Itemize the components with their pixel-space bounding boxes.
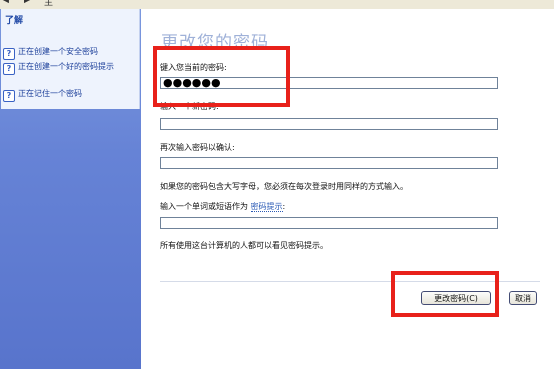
hint-label-prefix: 输入一个单词或短语作为 xyxy=(160,202,248,211)
sidebar-item-remember-password[interactable]: ? 正在记住一个密码 xyxy=(3,89,137,102)
highlight-box-change-button xyxy=(391,271,499,317)
help-icon: ? xyxy=(3,48,15,60)
caps-note: 如果您的密码包含大写字母，您必须在每次登录时用同样的方式输入。 xyxy=(160,182,408,191)
forward-icon[interactable]: ▶ xyxy=(24,0,31,5)
help-icon: ? xyxy=(3,63,15,75)
sidebar-item-label: 正在记住一个密码 xyxy=(18,89,82,98)
toolbar: ◀ ▶ 主 xyxy=(0,0,554,9)
help-icon: ? xyxy=(3,90,15,102)
hint-label: 输入一个单词或短语作为 密码提示: xyxy=(160,201,285,212)
new-password-field[interactable] xyxy=(160,118,498,130)
back-icon[interactable]: ◀ xyxy=(2,0,9,5)
highlight-box-current-password xyxy=(153,46,290,107)
learn-panel: 了解 ? 正在创建一个安全密码 ? 正在创建一个好的密码提示 ? 正在记住一个密… xyxy=(1,9,140,109)
learn-heading: 了解 xyxy=(5,16,24,26)
sidebar-item-password-hint[interactable]: ? 正在创建一个好的密码提示 xyxy=(3,62,137,75)
confirm-password-label: 再次输入密码以确认: xyxy=(160,143,235,152)
hint-label-suffix: : xyxy=(282,202,286,211)
sidebar-item-label: 正在创建一个安全密码 xyxy=(18,47,98,56)
sidebar-item-label: 正在创建一个好的密码提示 xyxy=(18,62,114,71)
password-hint-link[interactable]: 密码提示 xyxy=(250,202,283,212)
password-hint-field[interactable] xyxy=(160,217,498,229)
confirm-password-field[interactable] xyxy=(160,157,498,169)
sidebar-item-secure-password[interactable]: ? 正在创建一个安全密码 xyxy=(3,47,137,60)
cancel-button[interactable]: 取消 xyxy=(509,291,537,305)
hint-note: 所有使用这台计算机的人都可以看见密码提示。 xyxy=(160,241,328,250)
home-icon[interactable]: 主 xyxy=(44,0,53,8)
